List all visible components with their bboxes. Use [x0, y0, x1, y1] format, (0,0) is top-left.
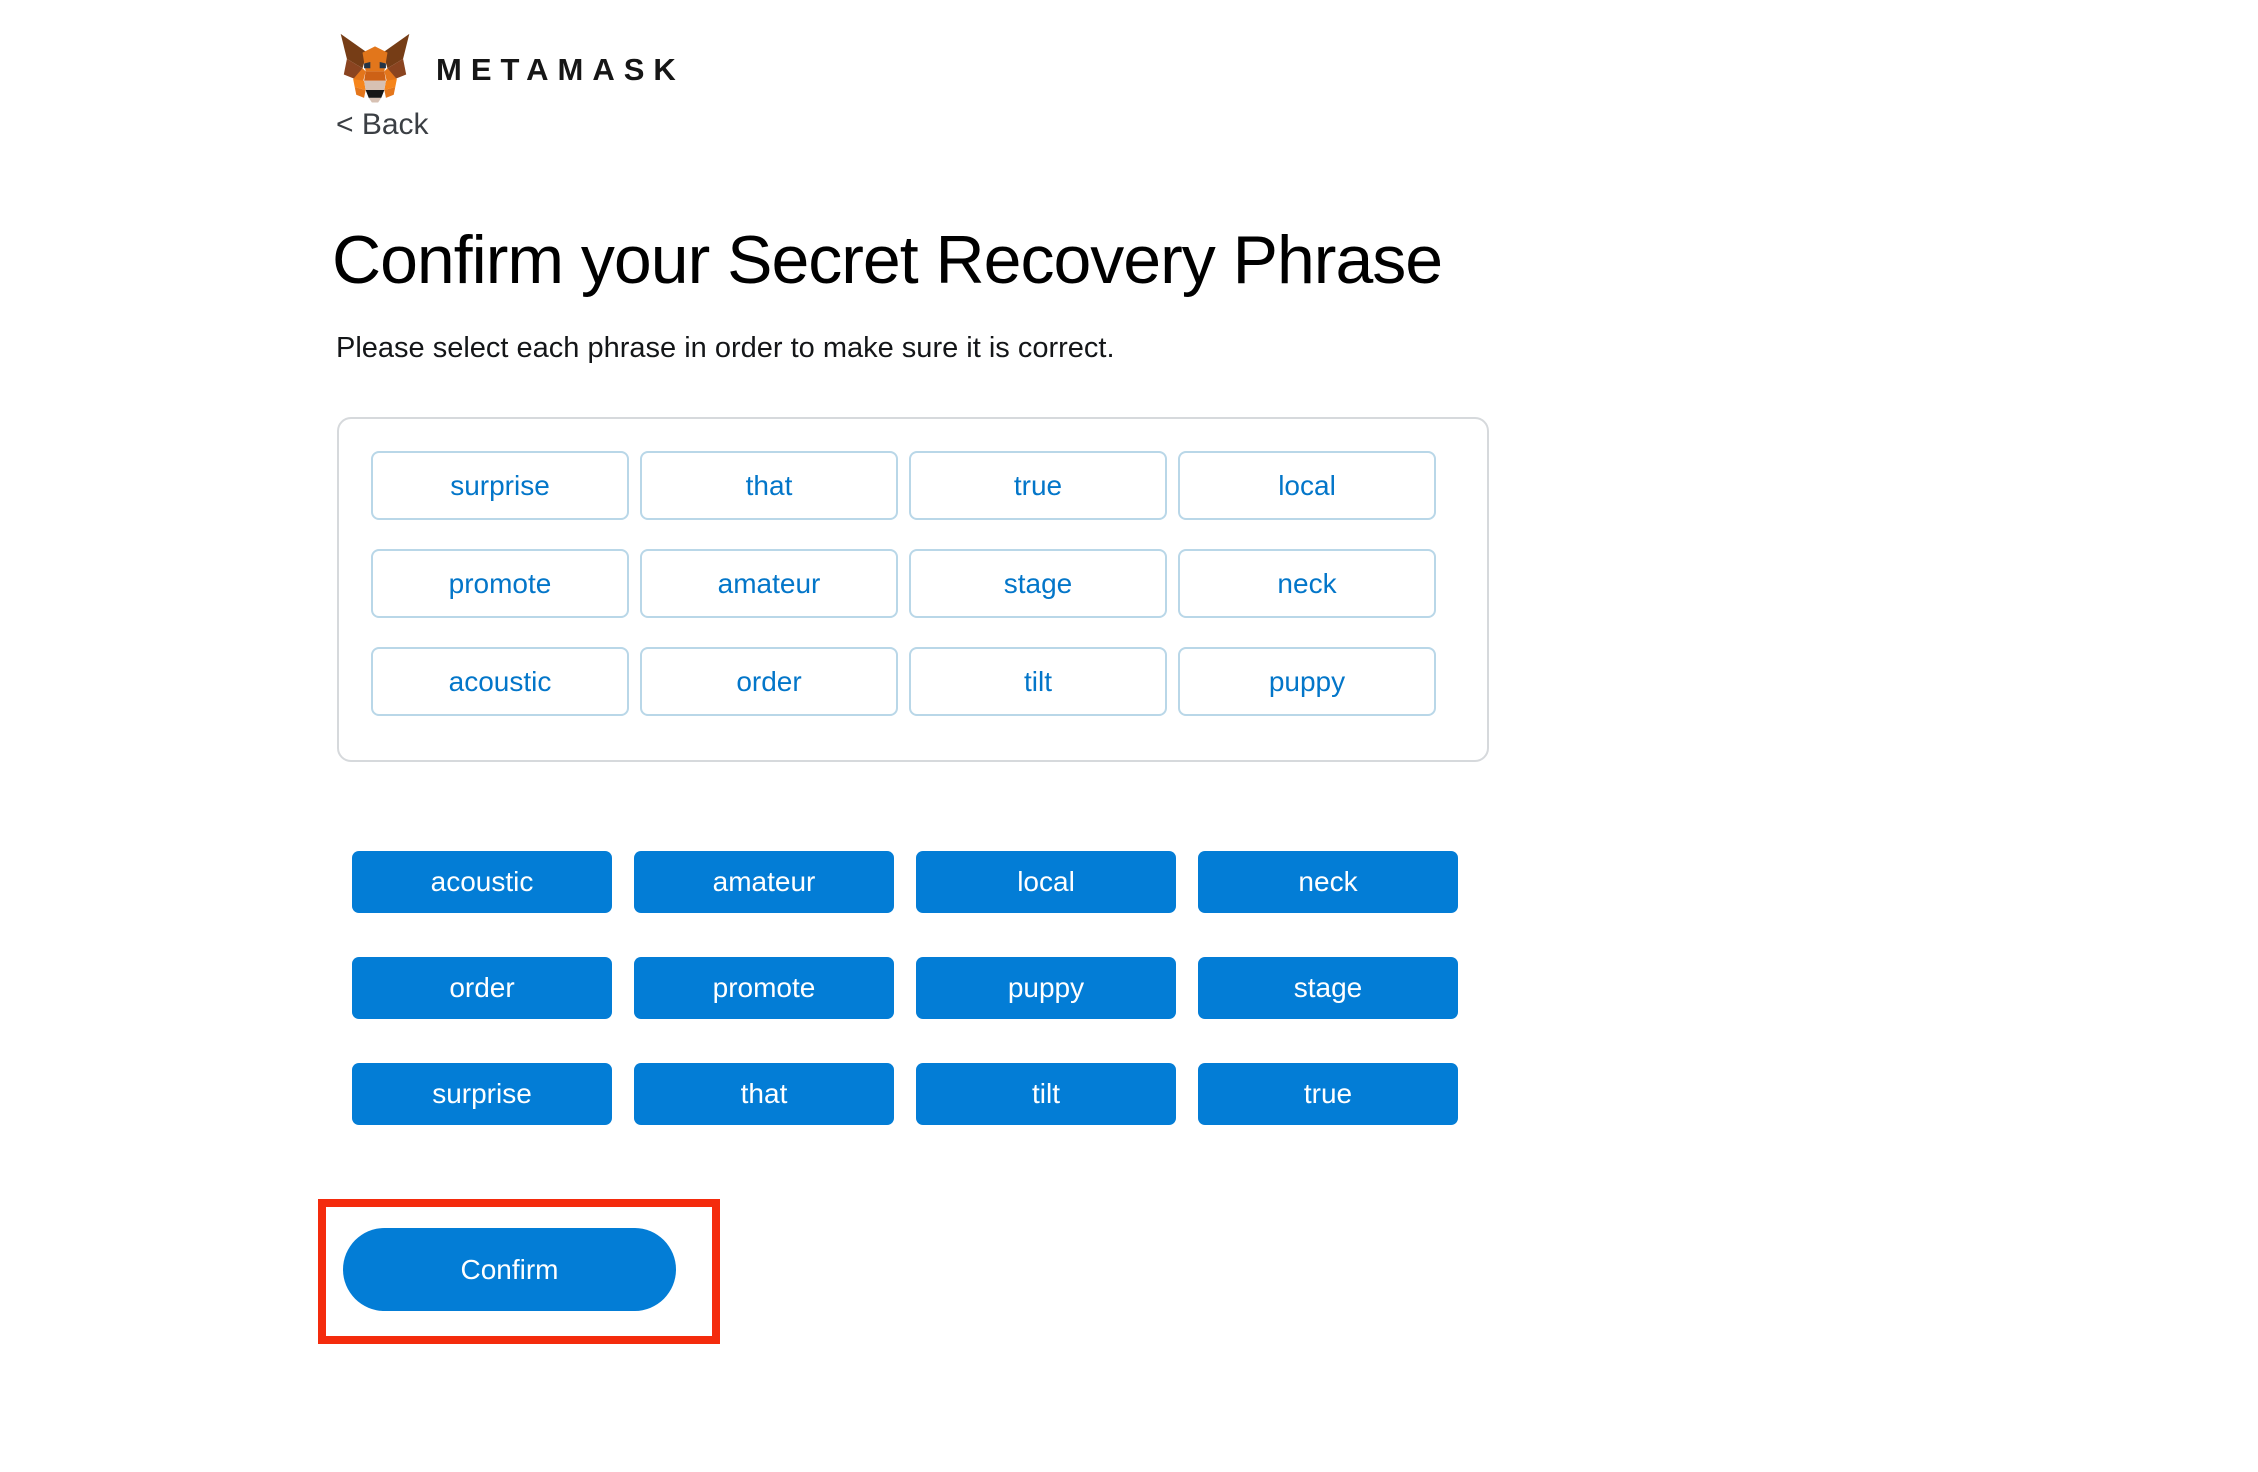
page-subtitle: Please select each phrase in order to ma…: [336, 332, 1115, 364]
selected-word-slot[interactable]: amateur: [640, 549, 898, 618]
metamask-fox-icon: [340, 33, 410, 103]
selected-word-slot[interactable]: puppy: [1178, 647, 1436, 716]
word-bank-button[interactable]: true: [1198, 1063, 1458, 1125]
metamask-confirm-srp-page: METAMASK < Back Confirm your Secret Reco…: [0, 0, 2258, 1472]
word-bank-button[interactable]: promote: [634, 957, 894, 1019]
selected-word-slot[interactable]: stage: [909, 549, 1167, 618]
word-bank-grid: acoustic amateur local neck order promot…: [352, 851, 1458, 1125]
selected-word-slot[interactable]: tilt: [909, 647, 1167, 716]
word-bank-button[interactable]: puppy: [916, 957, 1176, 1019]
word-bank-button[interactable]: amateur: [634, 851, 894, 913]
page-title: Confirm your Secret Recovery Phrase: [332, 221, 1443, 298]
word-bank-button[interactable]: order: [352, 957, 612, 1019]
word-bank-button[interactable]: acoustic: [352, 851, 612, 913]
brand-header: METAMASK: [336, 32, 685, 106]
selected-word-slot[interactable]: true: [909, 451, 1167, 520]
word-bank-button[interactable]: local: [916, 851, 1176, 913]
word-bank-button[interactable]: surprise: [352, 1063, 612, 1125]
selected-word-slot[interactable]: neck: [1178, 549, 1436, 618]
selected-word-slot[interactable]: promote: [371, 549, 629, 618]
metamask-wordmark: METAMASK: [436, 51, 685, 87]
selected-word-slot[interactable]: order: [640, 647, 898, 716]
selected-word-slot[interactable]: local: [1178, 451, 1436, 520]
word-bank-button[interactable]: tilt: [916, 1063, 1176, 1125]
word-bank-button[interactable]: that: [634, 1063, 894, 1125]
back-link[interactable]: < Back: [336, 110, 429, 140]
selected-phrase-panel: surprise that true local promote amateur…: [337, 417, 1489, 762]
word-bank-button[interactable]: neck: [1198, 851, 1458, 913]
word-bank-button[interactable]: stage: [1198, 957, 1458, 1019]
selected-word-slot[interactable]: surprise: [371, 451, 629, 520]
confirm-button[interactable]: Confirm: [343, 1228, 676, 1311]
selected-phrase-grid: surprise that true local promote amateur…: [371, 451, 1436, 716]
selected-word-slot[interactable]: acoustic: [371, 647, 629, 716]
selected-word-slot[interactable]: that: [640, 451, 898, 520]
